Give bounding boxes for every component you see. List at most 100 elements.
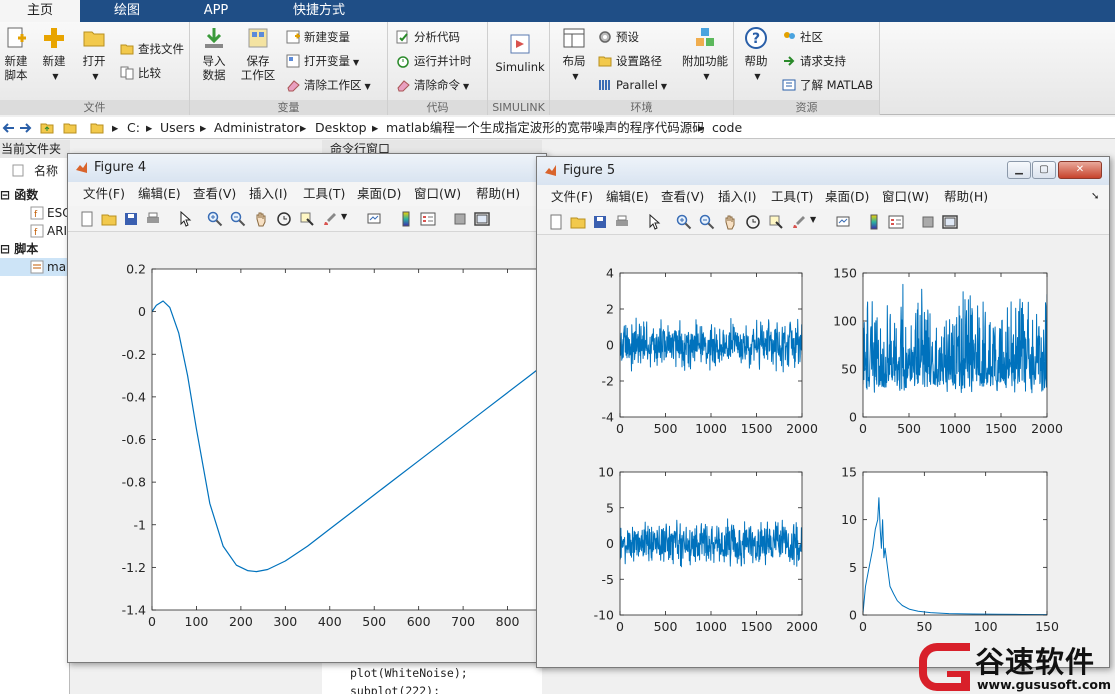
menu-file[interactable]: 文件(F) [83, 182, 125, 206]
subplot-area[interactable]: 0 500 1000 1500 2000420-2-40 500 1000 1500 20001… [541, 237, 1107, 665]
legend-icon[interactable] [888, 214, 904, 230]
minimize-button[interactable]: ▁ [1007, 161, 1031, 179]
data-cursor-icon[interactable] [299, 211, 315, 227]
find-files-button[interactable]: 查找文件 [120, 40, 184, 58]
zoom-in-icon[interactable] [676, 214, 692, 230]
chevron-down-icon[interactable]: ▼ [341, 212, 347, 221]
breadcrumb-item[interactable]: Desktop [315, 117, 367, 139]
file-item[interactable]: f ESC [30, 204, 71, 222]
link-plot-icon[interactable] [835, 214, 851, 230]
clear-commands-button[interactable]: 清除命令 ▼ [396, 76, 469, 94]
legend-icon[interactable] [420, 211, 436, 227]
menu-view[interactable]: 查看(V) [661, 185, 704, 209]
group-functions[interactable]: ⊟ 函数 [0, 186, 38, 204]
menu-window[interactable]: 窗口(W) [414, 182, 461, 206]
rotate-3d-icon[interactable] [745, 214, 761, 230]
breadcrumb-item[interactable]: code [712, 117, 742, 139]
help-button[interactable]: ? 帮助 ▼ [736, 26, 776, 84]
back-arrow-icon[interactable] [2, 121, 16, 135]
forward-arrow-icon[interactable] [18, 121, 32, 135]
import-data-button[interactable]: 导入 数据 [194, 26, 234, 82]
menu-file[interactable]: 文件(F) [551, 185, 593, 209]
show-plot-tools-icon[interactable] [942, 214, 958, 230]
open-file-icon[interactable] [570, 214, 586, 230]
file-item-selected[interactable]: ma [0, 258, 70, 276]
collapse-icon[interactable]: ⊟ [0, 188, 14, 202]
run-and-time-button[interactable]: 运行并计时 [396, 52, 472, 70]
menu-edit[interactable]: 编辑(E) [138, 182, 181, 206]
menu-window[interactable]: 窗口(W) [882, 185, 929, 209]
brush-icon[interactable] [322, 211, 338, 227]
show-plot-tools-icon[interactable] [474, 211, 490, 227]
browse-folder-icon[interactable] [63, 121, 77, 135]
pointer-icon[interactable] [177, 211, 193, 227]
figure-canvas[interactable]: 0 500 1000 1500 2000 4 2 0 -2 -4 0 500 1000 1500 2000 1… [541, 237, 1105, 663]
print-icon[interactable] [145, 211, 161, 227]
up-folder-icon[interactable] [40, 121, 54, 135]
request-support-button[interactable]: 请求支持 [782, 52, 846, 70]
menu-tools[interactable]: 工具(T) [771, 185, 813, 209]
save-workspace-button[interactable]: 保存 工作区 [238, 26, 278, 82]
tab-shortcuts[interactable]: 快捷方式 [262, 0, 376, 22]
breadcrumb-item[interactable]: Users [160, 117, 195, 139]
zoom-in-icon[interactable] [207, 211, 223, 227]
tab-apps[interactable]: APP [174, 0, 258, 22]
collapse-icon[interactable]: ⊟ [0, 242, 14, 256]
colorbar-icon[interactable] [866, 214, 882, 230]
data-cursor-icon[interactable] [768, 214, 784, 230]
group-scripts[interactable]: ⊟ 脚本 [0, 240, 38, 258]
window-titlebar[interactable]: Figure 4 [68, 154, 546, 182]
plot-area[interactable]: 010020030040050060070080090.20-0.2-0.4-0… [72, 234, 556, 660]
zoom-out-icon[interactable] [699, 214, 715, 230]
save-icon[interactable] [123, 211, 139, 227]
menu-insert[interactable]: 插入(I) [249, 182, 287, 206]
menu-help[interactable]: 帮助(H) [944, 185, 988, 209]
save-icon[interactable] [592, 214, 608, 230]
add-ons-button[interactable]: 附加功能 ▼ [678, 26, 732, 84]
hide-plot-tools-icon[interactable] [452, 211, 468, 227]
breadcrumb-item[interactable]: C: [127, 117, 140, 139]
new-script-button[interactable]: 新建 脚本 [0, 26, 36, 82]
new-variable-button[interactable]: 新建变量 [286, 28, 350, 46]
preferences-button[interactable]: 预设 [598, 28, 639, 46]
window-titlebar[interactable]: Figure 5 ▁ ▢ ✕ [537, 157, 1109, 185]
new-button[interactable]: 新建 ▼ [34, 26, 74, 84]
simulink-button[interactable]: Simulink [492, 32, 548, 74]
print-icon[interactable] [614, 214, 630, 230]
maximize-button[interactable]: ▢ [1032, 161, 1056, 179]
zoom-out-icon[interactable] [230, 211, 246, 227]
brush-icon[interactable] [791, 214, 807, 230]
chevron-down-icon[interactable]: ▼ [810, 215, 816, 224]
menu-tools[interactable]: 工具(T) [303, 182, 345, 206]
menu-insert[interactable]: 插入(I) [718, 185, 756, 209]
analyze-code-button[interactable]: 分析代码 [396, 28, 460, 46]
hide-plot-tools-icon[interactable] [920, 214, 936, 230]
close-button[interactable]: ✕ [1058, 161, 1102, 179]
community-button[interactable]: 社区 [782, 28, 823, 46]
tab-plots[interactable]: 绘图 [84, 0, 170, 22]
menu-edit[interactable]: 编辑(E) [606, 185, 649, 209]
new-figure-icon[interactable] [548, 214, 564, 230]
figure-4-window[interactable]: Figure 4 文件(F) 编辑(E) 查看(V) 插入(I) 工具(T) 桌… [67, 153, 556, 663]
open-variable-button[interactable]: 打开变量 ▼ [286, 52, 359, 70]
figure-5-window[interactable]: Figure 5 ▁ ▢ ✕ 文件(F) 编辑(E) 查看(V) 插入(I) 工… [536, 156, 1110, 668]
clear-workspace-button[interactable]: 清除工作区 ▼ [286, 76, 371, 94]
menu-desktop[interactable]: 桌面(D) [357, 182, 401, 206]
dock-arrow-icon[interactable]: ➘ [1091, 185, 1099, 209]
parallel-button[interactable]: Parallel ▼ [598, 76, 667, 94]
file-item[interactable]: f ARI [30, 222, 67, 240]
new-figure-icon[interactable] [79, 211, 95, 227]
breadcrumb-item[interactable]: matlab编程一个生成指定波形的宽带噪声的程序代码源码 [386, 117, 705, 139]
rotate-3d-icon[interactable] [276, 211, 292, 227]
open-file-icon[interactable] [101, 211, 117, 227]
learn-matlab-button[interactable]: 了解 MATLAB [782, 76, 873, 94]
pan-hand-icon[interactable] [253, 211, 269, 227]
pointer-icon[interactable] [646, 214, 662, 230]
menu-view[interactable]: 查看(V) [193, 182, 236, 206]
tab-home[interactable]: 主页 [0, 0, 80, 22]
compare-button[interactable]: 比较 [120, 64, 161, 82]
breadcrumb-item[interactable]: Administrator [214, 117, 299, 139]
menu-help[interactable]: 帮助(H) [476, 182, 520, 206]
set-path-button[interactable]: 设置路径 [598, 52, 662, 70]
menu-desktop[interactable]: 桌面(D) [825, 185, 869, 209]
